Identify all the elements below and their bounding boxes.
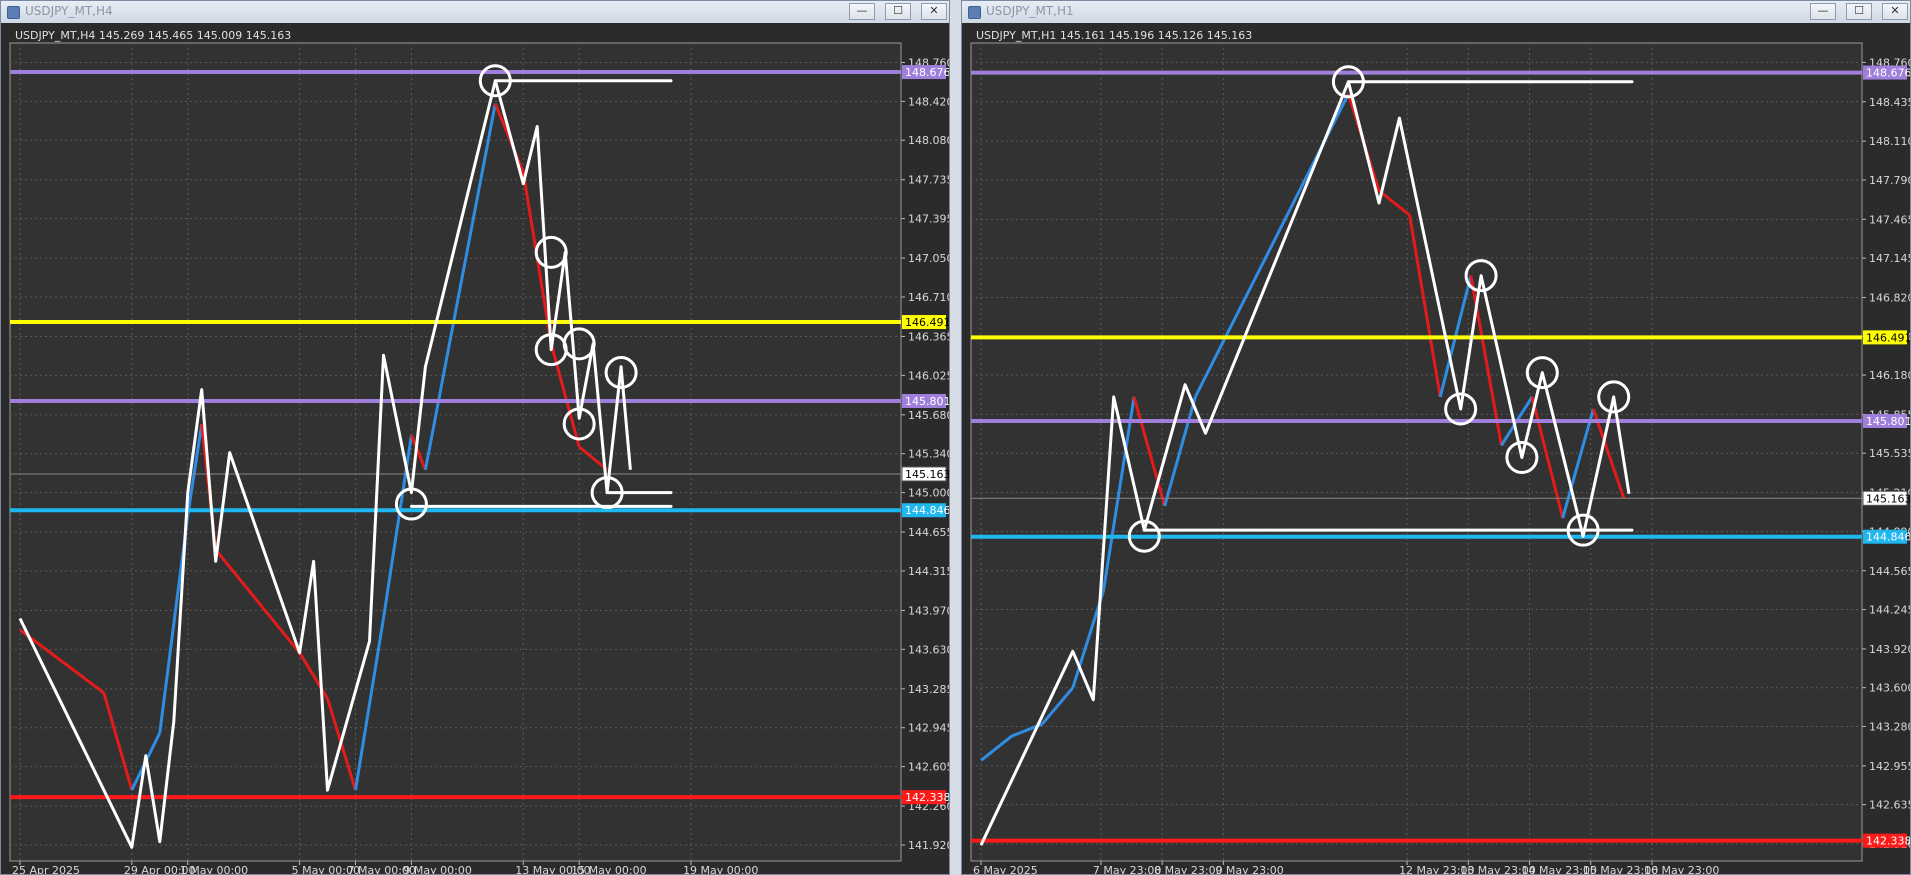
y-tick-label: 147.395 (908, 213, 949, 226)
y-tick-label: 145.680 (908, 409, 949, 422)
y-tick-label: 142.605 (908, 761, 949, 774)
x-tick-label: 6 May 2025 (973, 864, 1038, 874)
x-tick-label: 8 May 23:00 (1154, 864, 1222, 874)
y-tick-label: 142.635 (1869, 799, 1910, 812)
y-tick-label: 143.630 (908, 643, 949, 656)
chart-info-text: USDJPY_MT,H1 145.161 145.196 145.126 145… (976, 29, 1252, 42)
chart-info-text: USDJPY_MT,H4 145.269 145.465 145.009 145… (15, 29, 291, 42)
level-price-tag-label: 146.491 (905, 316, 949, 329)
y-tick-label: 142.955 (1869, 760, 1910, 773)
y-tick-label: 145.000 (908, 487, 949, 500)
y-tick-label: 144.655 (908, 526, 949, 539)
price-chart-h4[interactable]: 148.760148.420148.080147.735147.395147.0… (1, 23, 949, 874)
level-price-tag-label: 148.676 (905, 66, 949, 79)
x-tick-label: 1 May 00:00 (180, 864, 248, 874)
y-tick-label: 142.945 (908, 722, 949, 735)
chart-window-icon (968, 6, 981, 19)
y-tick-label: 146.710 (908, 291, 949, 304)
level-price-tag-label: 146.491 (1866, 331, 1910, 344)
level-price-tag-label: 145.801 (905, 395, 949, 408)
maximize-button[interactable]: ☐ (885, 3, 911, 20)
y-tick-label: 144.315 (908, 565, 949, 578)
y-tick-label: 148.080 (908, 134, 949, 147)
current-price-tag-label: 145.163 (1866, 492, 1910, 505)
y-tick-label: 148.435 (1869, 96, 1910, 109)
y-tick-label: 147.465 (1869, 213, 1910, 226)
level-price-tag-label: 144.846 (905, 504, 949, 517)
minimize-button[interactable]: — (1810, 3, 1836, 20)
chart-window-h1[interactable]: USDJPY_MT,H1 — ☐ ✕ 148.760 148.435 148.110… (961, 0, 1911, 875)
y-tick-label: 143.970 (908, 604, 949, 617)
y-tick-label: 146.365 (908, 330, 949, 343)
y-tick-label: 146.180 (1869, 369, 1910, 382)
y-tick-label: 144.245 (1869, 604, 1910, 617)
x-tick-label: 9 May 00:00 (403, 864, 471, 874)
y-tick-label: 143.280 (1869, 720, 1910, 733)
maximize-button[interactable]: ☐ (1846, 3, 1872, 20)
y-tick-label: 148.420 (908, 95, 949, 108)
y-tick-label: 147.735 (908, 174, 949, 187)
close-button[interactable]: ✕ (921, 3, 947, 20)
y-tick-label: 143.285 (908, 683, 949, 696)
x-tick-label: 16 May 23:00 (1644, 864, 1719, 874)
y-tick-label: 144.565 (1869, 565, 1910, 578)
level-price-tag-label: 148.676 (1866, 67, 1910, 80)
y-tick-label: 148.110 (1869, 135, 1910, 148)
chart-window-h4[interactable]: USDJPY_MT,H4 — ☐ ✕ 148.760 148.420 148.080… (0, 0, 950, 875)
y-tick-label: 147.145 (1869, 252, 1910, 265)
y-tick-label: 146.820 (1869, 291, 1910, 304)
close-button[interactable]: ✕ (1882, 3, 1908, 20)
level-price-tag-label: 142.338 (905, 791, 949, 804)
x-tick-label: 15 May 00:00 (571, 864, 646, 874)
y-tick-label: 143.600 (1869, 682, 1910, 695)
x-tick-label: 25 Apr 2025 (12, 864, 80, 874)
window-title: USDJPY_MT,H1 (986, 4, 1074, 18)
y-tick-label: 145.340 (908, 448, 949, 461)
minimize-button[interactable]: — (849, 3, 875, 20)
plot-area (970, 42, 1863, 862)
window-titlebar[interactable]: USDJPY_MT,H4 — ☐ ✕ (1, 1, 949, 24)
level-price-tag-label: 142.338 (1866, 835, 1910, 848)
x-tick-label: 9 May 23:00 (1215, 864, 1283, 874)
x-tick-label: 7 May 23:00 (1093, 864, 1161, 874)
level-price-tag-label: 144.846 (1866, 531, 1910, 544)
price-chart-h1[interactable]: 148.760148.435148.110147.790147.465147.1… (962, 23, 1910, 874)
level-price-tag-label: 145.801 (1866, 415, 1910, 428)
y-tick-label: 141.920 (908, 839, 949, 852)
chart-window-icon (7, 6, 20, 19)
window-title: USDJPY_MT,H4 (25, 4, 113, 18)
x-tick-label: 19 May 00:00 (683, 864, 758, 874)
y-tick-label: 145.535 (1869, 447, 1910, 460)
y-tick-label: 147.790 (1869, 174, 1910, 187)
y-tick-label: 146.025 (908, 369, 949, 382)
window-titlebar[interactable]: USDJPY_MT,H1 — ☐ ✕ (962, 1, 1910, 24)
y-tick-label: 147.050 (908, 252, 949, 265)
current-price-tag-label: 145.163 (905, 468, 949, 481)
plot-area (9, 42, 902, 862)
y-tick-label: 143.920 (1869, 643, 1910, 656)
